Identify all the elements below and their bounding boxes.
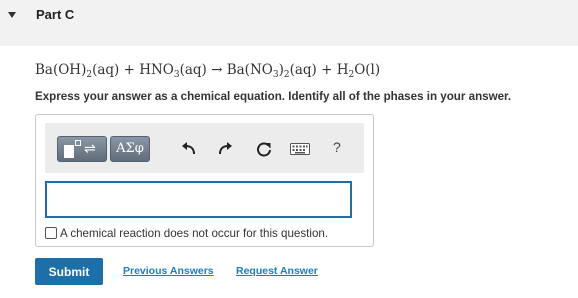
no-reaction-label: A chemical reaction does not occur for t… — [60, 227, 329, 240]
keyboard-icon[interactable] — [290, 143, 310, 155]
no-reaction-checkbox[interactable] — [45, 227, 57, 239]
answer-input[interactable] — [45, 181, 352, 218]
eq-text: (aq) + HNO — [92, 62, 174, 78]
equilibrium-arrows-icon: ⇌ — [84, 141, 96, 157]
instruction-text: Express your answer as a chemical equati… — [35, 90, 512, 103]
eq-text: Ba(OH) — [35, 62, 87, 78]
answer-box: ⇌ ΑΣφ ? A chemical reaction does not occ… — [35, 114, 374, 247]
eq-text: (aq) + H — [289, 62, 349, 78]
previous-answers-link[interactable]: Previous Answers — [123, 265, 214, 277]
eq-text: O(l) — [354, 62, 381, 78]
templates-button[interactable]: ⇌ — [57, 136, 107, 162]
request-answer-link[interactable]: Request Answer — [236, 265, 318, 277]
greek-symbols-button[interactable]: ΑΣφ — [110, 136, 150, 162]
undo-icon[interactable] — [181, 141, 197, 157]
submit-button[interactable]: Submit — [35, 258, 103, 285]
caret-down-icon[interactable] — [8, 12, 16, 18]
templates-superscript-icon — [75, 140, 81, 146]
no-reaction-option[interactable]: A chemical reaction does not occur for t… — [45, 227, 328, 240]
part-title: Part C — [36, 7, 75, 22]
redo-icon[interactable] — [217, 141, 233, 157]
templates-icon — [64, 145, 74, 158]
reset-icon[interactable] — [256, 141, 272, 157]
help-icon[interactable]: ? — [333, 139, 341, 155]
math-toolbar: ⇌ ΑΣφ ? — [45, 123, 364, 173]
eq-text: (aq) → Ba(NO — [179, 62, 273, 78]
chemical-equation: Ba(OH)2(aq) + HNO3(aq) → Ba(NO3)2(aq) + … — [35, 62, 380, 80]
part-header[interactable]: Part C — [0, 0, 578, 46]
